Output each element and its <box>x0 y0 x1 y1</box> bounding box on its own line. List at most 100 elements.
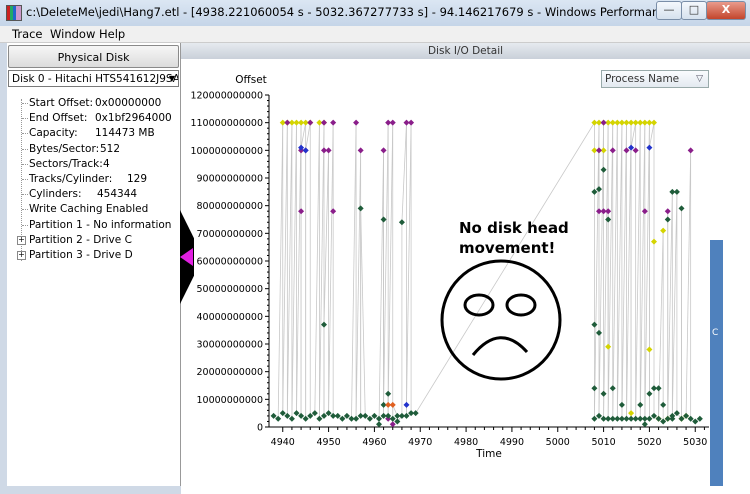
data-point <box>605 415 612 422</box>
seek-line <box>594 122 600 419</box>
data-point <box>389 401 396 408</box>
data-point <box>646 119 653 126</box>
data-point <box>288 415 295 422</box>
data-point <box>380 216 387 223</box>
data-point <box>655 415 662 422</box>
data-point <box>302 119 309 126</box>
data-point <box>660 401 667 408</box>
seek-line <box>685 150 692 416</box>
panel-title: Disk I/O Detail <box>181 43 750 59</box>
partition-item[interactable]: Partition 3 - Drive D <box>29 249 133 261</box>
y-tick-label: 80000000000 <box>197 201 264 212</box>
x-tick-label: 5030 <box>683 437 707 448</box>
x-tick-label: 4970 <box>408 437 432 448</box>
seek-line <box>346 415 352 420</box>
data-point <box>632 415 639 422</box>
chevron-down-icon: ▼ <box>168 74 175 83</box>
expand-icon[interactable]: + <box>17 235 26 245</box>
data-point <box>600 208 607 215</box>
data-point <box>669 412 676 419</box>
data-point <box>605 119 612 126</box>
menu-trace[interactable]: Trace <box>12 27 43 41</box>
data-point <box>641 415 648 422</box>
data-point <box>591 321 598 328</box>
data-point <box>298 208 305 215</box>
seek-line <box>690 418 696 422</box>
menu-bar: Trace Window Help <box>0 26 750 43</box>
data-point <box>696 415 703 422</box>
partition-item[interactable]: Partition 2 - Drive C <box>29 234 132 246</box>
seek-line <box>612 122 618 419</box>
process-name-select[interactable]: Process Name ▽ <box>601 70 709 88</box>
expand-icon[interactable]: + <box>17 251 26 260</box>
data-point <box>600 415 607 422</box>
seek-line <box>676 412 682 419</box>
data-point <box>646 390 653 397</box>
app-icon <box>6 5 22 21</box>
seek-line <box>319 122 325 419</box>
seek-line <box>639 122 646 419</box>
data-point <box>623 415 630 422</box>
data-point <box>307 412 314 419</box>
y-tick-label: 50000000000 <box>197 284 264 295</box>
data-point <box>664 208 671 215</box>
data-point <box>321 119 327 126</box>
seek-line <box>406 122 412 405</box>
data-point <box>664 216 671 223</box>
data-point <box>646 144 653 151</box>
seek-line <box>314 122 320 414</box>
data-point <box>371 412 378 419</box>
data-point <box>321 412 327 419</box>
data-point <box>683 412 690 419</box>
data-point <box>357 205 364 212</box>
property-label: Start Offset: <box>29 97 94 109</box>
menu-help[interactable]: Help <box>99 27 125 41</box>
data-point <box>408 119 415 126</box>
physical-disk-button[interactable]: Physical Disk <box>8 45 179 68</box>
data-point <box>357 147 364 154</box>
y-tick-label: 20000000000 <box>197 367 264 378</box>
data-point <box>660 418 667 425</box>
tree-connector <box>22 179 28 180</box>
data-point <box>673 188 680 195</box>
seek-line <box>621 122 627 419</box>
data-point <box>614 119 621 126</box>
seek-line <box>662 418 668 422</box>
data-point <box>660 227 667 234</box>
seek-line <box>369 415 375 420</box>
property-value: 454344 <box>97 188 138 201</box>
y-tick-label: 100000000000 <box>190 146 263 157</box>
close-button[interactable]: X <box>706 1 746 20</box>
property-value: 0x1bf2964000 <box>95 112 172 125</box>
data-point <box>389 119 396 126</box>
data-point <box>637 401 644 408</box>
seek-line <box>598 122 604 416</box>
data-point <box>651 238 657 245</box>
menu-window[interactable]: Window <box>50 27 95 41</box>
data-point <box>600 166 607 173</box>
seek-line <box>355 150 362 419</box>
seek-line <box>337 415 343 420</box>
property-label: End Offset: <box>29 112 88 125</box>
process-name-select-value: Process Name <box>605 73 680 85</box>
property-value: 114473 MB <box>95 127 155 140</box>
y-axis-label: Offset <box>235 74 267 86</box>
annotation-line-2: movement! <box>459 239 556 257</box>
minimize-button[interactable]: — <box>656 1 682 20</box>
data-point <box>334 412 341 419</box>
data-point <box>279 119 286 126</box>
disk-select[interactable]: Disk 0 - Hitachi HTS541612J9SA00 ▼ <box>8 70 179 87</box>
seek-line <box>296 122 302 414</box>
y-tick-label: 70000000000 <box>197 229 264 240</box>
collapsed-side-tab[interactable]: C <box>710 240 723 486</box>
data-point <box>293 119 300 126</box>
data-point <box>339 415 346 422</box>
data-point <box>600 119 607 126</box>
data-point <box>628 119 635 126</box>
collapse-arrow-icon[interactable] <box>180 248 193 266</box>
data-point <box>646 415 653 422</box>
tree-connector <box>22 224 28 226</box>
seek-line <box>282 122 288 414</box>
seek-line <box>630 122 637 148</box>
maximize-button[interactable]: □ <box>681 1 707 20</box>
